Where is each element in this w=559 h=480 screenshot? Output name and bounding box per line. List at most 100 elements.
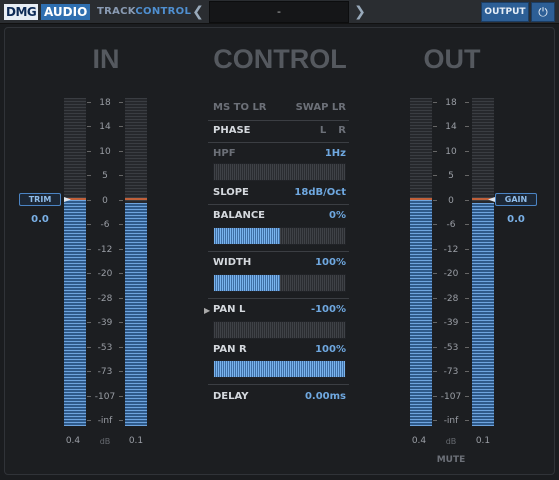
pan-r-label: PAN R [213, 344, 247, 355]
in-scale-tick: 10 [87, 147, 123, 157]
tick-mark-right [119, 199, 123, 201]
tick-mark-right [465, 371, 469, 373]
tick-mark-right [119, 420, 123, 421]
tick-mark-right [465, 395, 469, 397]
in-scale-tick: -inf [87, 416, 123, 426]
balance-slider[interactable] [213, 227, 346, 245]
slope-label: SLOPE [213, 187, 249, 198]
out-scale-tick: -39 [433, 318, 469, 328]
out-scale-tick: -20 [433, 269, 469, 279]
hpf-unit: Hz [331, 148, 346, 159]
pan-r-unit: % [335, 344, 346, 355]
out-scale-tick: -107 [433, 392, 469, 402]
tick-label: -39 [443, 318, 459, 329]
power-icon[interactable]: ⏻ [531, 2, 555, 22]
tick-mark-right [119, 273, 123, 275]
in-meter-right [125, 98, 147, 426]
trim-value[interactable]: 0.0 [20, 214, 60, 225]
tick-label: -73 [97, 367, 113, 378]
out-section-title: OUT [423, 44, 481, 74]
pan-r-slider[interactable] [213, 360, 346, 378]
tick-label: -inf [443, 416, 459, 426]
brand-dmg-logo: DMG [4, 4, 39, 20]
tick-mark-right [465, 102, 469, 103]
out-right-peak-value: 0.1 [475, 436, 491, 446]
tick-label: 0 [102, 195, 108, 206]
pan-l-label: PAN L [213, 304, 246, 315]
slope-unit: dB/Oct [308, 187, 346, 198]
out-meter-left-level [410, 199, 432, 426]
balance-value[interactable]: 0 [329, 210, 336, 221]
out-meter-left [410, 98, 432, 426]
swap-lr-toggle[interactable]: SWAP LR [296, 102, 346, 113]
gain-button[interactable]: GAIN [495, 193, 537, 206]
in-right-peak-value: 0.1 [128, 436, 144, 446]
width-slider[interactable] [213, 274, 346, 292]
in-scale-tick: -53 [87, 343, 123, 353]
in-section-title: IN [92, 44, 120, 74]
tick-label: -39 [97, 318, 113, 329]
preset-name-display[interactable]: - [209, 1, 349, 23]
output-button[interactable]: OUTPUT [481, 2, 529, 22]
tick-mark-right [119, 371, 123, 373]
tick-mark-right [119, 346, 123, 348]
tick-mark-right [465, 273, 469, 275]
tick-label: -107 [440, 391, 462, 402]
delay-label: DELAY [213, 391, 249, 402]
delay-value[interactable]: 0.00 [305, 391, 330, 402]
tick-mark-right [119, 297, 123, 299]
in-db-unit: dB [99, 437, 111, 446]
chevron-right-icon[interactable]: ❯ [351, 2, 369, 22]
tick-mark-right [119, 224, 123, 226]
out-scale-tick: -6 [433, 220, 469, 230]
balance-unit: % [335, 210, 346, 221]
gain-pointer-icon [488, 197, 495, 202]
in-scale-tick: -20 [87, 269, 123, 279]
pan-l-value[interactable]: -100 [311, 304, 336, 315]
pan-link-arrow-icon[interactable]: ▶ [204, 306, 210, 315]
tick-mark-right [119, 175, 123, 177]
top-bar: DMG AUDIO TRACKCONTROL ❮ - ❯ OUTPUT ⏻ [0, 0, 559, 24]
out-scale-tick: -12 [433, 245, 469, 255]
gain-value[interactable]: 0.0 [496, 214, 536, 225]
hpf-value[interactable]: 1 [325, 148, 332, 159]
out-meter-right [472, 98, 494, 426]
chevron-left-icon[interactable]: ❮ [189, 2, 207, 22]
control-section-title: CONTROL [213, 44, 347, 74]
tick-mark-right [119, 248, 123, 250]
tick-mark-right [465, 150, 469, 152]
pan-r-value[interactable]: 100 [315, 344, 336, 355]
out-scale-tick: 18 [433, 98, 469, 108]
in-scale-tick: -73 [87, 367, 123, 377]
in-scale-tick: 5 [87, 171, 123, 181]
tick-label: 18 [445, 98, 457, 108]
separator [208, 384, 349, 385]
hpf-slider[interactable] [213, 163, 346, 181]
width-label: WIDTH [213, 257, 252, 268]
tick-label: -53 [443, 342, 459, 353]
trim-button[interactable]: TRIM [19, 193, 61, 206]
pan-l-slider[interactable] [213, 321, 346, 339]
phase-l-toggle[interactable]: L [320, 125, 326, 136]
tick-label: -107 [94, 391, 116, 402]
tick-label: 14 [445, 122, 457, 133]
in-db-scale: 18 14 10 5 0 -6 -12 -20 -28 -39 -53 -73 -107 -inf [87, 98, 123, 426]
tick-label: -12 [97, 244, 113, 255]
tick-label: -53 [97, 342, 113, 353]
phase-r-toggle[interactable]: R [338, 125, 346, 136]
slope-value[interactable]: 18 [294, 187, 308, 198]
tick-label: -6 [446, 220, 456, 231]
out-scale-tick: 10 [433, 147, 469, 157]
out-scale-tick: -inf [433, 416, 469, 426]
tick-mark-right [465, 199, 469, 201]
tick-mark-right [465, 126, 469, 128]
tick-label: 5 [102, 171, 108, 182]
out-meter-right-level [472, 202, 494, 426]
ms-to-lr-toggle[interactable]: MS TO LR [213, 102, 267, 113]
tick-label: 0 [448, 195, 454, 206]
in-meter-left [64, 98, 86, 426]
mute-button[interactable]: MUTE [433, 455, 469, 465]
width-value[interactable]: 100 [315, 257, 336, 268]
in-scale-tick: -107 [87, 392, 123, 402]
tick-mark-right [119, 322, 123, 324]
